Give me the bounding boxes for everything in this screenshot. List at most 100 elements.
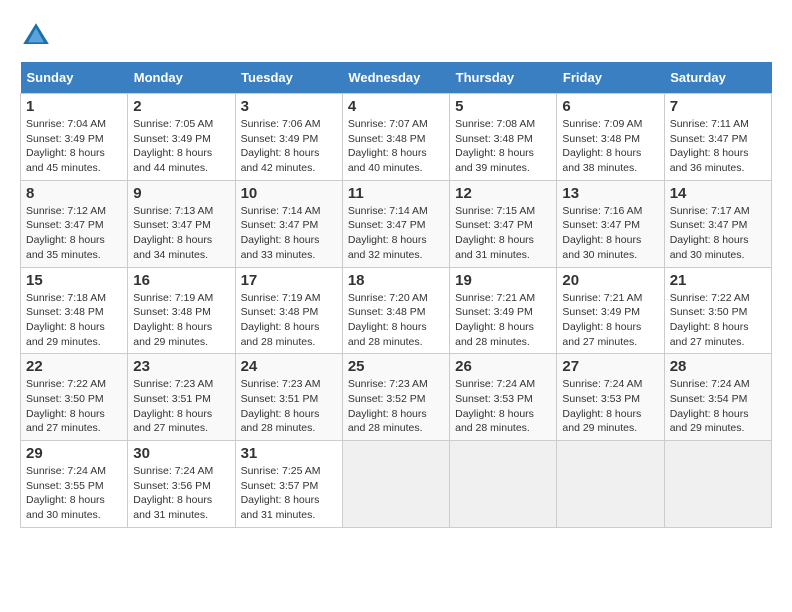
- calendar-cell: 3Sunrise: 7:06 AMSunset: 3:49 PMDaylight…: [235, 94, 342, 181]
- calendar-week-row: 1 Sunrise: 7:04 AMSunset: 3:49 PMDaylight…: [21, 94, 772, 181]
- logo-icon: [20, 20, 52, 52]
- day-detail: Sunrise: 7:17 AMSunset: 3:47 PMDaylight:…: [670, 204, 766, 263]
- day-number: 21: [670, 272, 766, 289]
- calendar-cell: [450, 441, 557, 528]
- day-number: 20: [562, 272, 658, 289]
- calendar-cell: 28 Sunrise: 7:24 AMSunset: 3:54 PMDayligh…: [664, 354, 771, 441]
- calendar-cell: 26 Sunrise: 7:24 AMSunset: 3:53 PMDayligh…: [450, 354, 557, 441]
- weekday-header-thursday: Thursday: [450, 62, 557, 94]
- day-detail: Sunrise: 7:14 AMSunset: 3:47 PMDaylight:…: [348, 204, 444, 263]
- day-detail: Sunrise: 7:07 AMSunset: 3:48 PMDaylight:…: [348, 117, 444, 176]
- day-number: 19: [455, 272, 551, 289]
- day-detail: Sunrise: 7:16 AMSunset: 3:47 PMDaylight:…: [562, 204, 658, 263]
- day-number: 2: [133, 98, 229, 115]
- day-number: 10: [241, 185, 337, 202]
- day-detail: Sunrise: 7:04 AMSunset: 3:49 PMDaylight:…: [26, 117, 122, 176]
- day-number: 11: [348, 185, 444, 202]
- calendar-cell: 15 Sunrise: 7:18 AMSunset: 3:48 PMDayligh…: [21, 267, 128, 354]
- day-detail: Sunrise: 7:08 AMSunset: 3:48 PMDaylight:…: [455, 117, 551, 176]
- calendar-cell: 25 Sunrise: 7:23 AMSunset: 3:52 PMDayligh…: [342, 354, 449, 441]
- day-number: 7: [670, 98, 766, 115]
- day-number: 16: [133, 272, 229, 289]
- logo: [20, 20, 56, 52]
- calendar-cell: 19 Sunrise: 7:21 AMSunset: 3:49 PMDayligh…: [450, 267, 557, 354]
- calendar-cell: 21 Sunrise: 7:22 AMSunset: 3:50 PMDayligh…: [664, 267, 771, 354]
- day-detail: Sunrise: 7:24 AMSunset: 3:54 PMDaylight:…: [670, 377, 766, 436]
- day-number: 1: [26, 98, 122, 115]
- calendar-cell: 18 Sunrise: 7:20 AMSunset: 3:48 PMDayligh…: [342, 267, 449, 354]
- day-number: 23: [133, 358, 229, 375]
- calendar-week-row: 29 Sunrise: 7:24 AMSunset: 3:55 PMDayligh…: [21, 441, 772, 528]
- day-detail: Sunrise: 7:15 AMSunset: 3:47 PMDaylight:…: [455, 204, 551, 263]
- day-detail: Sunrise: 7:09 AMSunset: 3:48 PMDaylight:…: [562, 117, 658, 176]
- day-number: 30: [133, 445, 229, 462]
- day-number: 13: [562, 185, 658, 202]
- calendar-cell: 8 Sunrise: 7:12 AMSunset: 3:47 PMDaylight…: [21, 180, 128, 267]
- calendar-cell: 1 Sunrise: 7:04 AMSunset: 3:49 PMDaylight…: [21, 94, 128, 181]
- day-detail: Sunrise: 7:21 AMSunset: 3:49 PMDaylight:…: [562, 291, 658, 350]
- day-detail: Sunrise: 7:23 AMSunset: 3:51 PMDaylight:…: [133, 377, 229, 436]
- day-detail: Sunrise: 7:20 AMSunset: 3:48 PMDaylight:…: [348, 291, 444, 350]
- day-number: 15: [26, 272, 122, 289]
- calendar-cell: 13 Sunrise: 7:16 AMSunset: 3:47 PMDayligh…: [557, 180, 664, 267]
- day-number: 9: [133, 185, 229, 202]
- day-number: 26: [455, 358, 551, 375]
- day-detail: Sunrise: 7:21 AMSunset: 3:49 PMDaylight:…: [455, 291, 551, 350]
- calendar-cell: 11 Sunrise: 7:14 AMSunset: 3:47 PMDayligh…: [342, 180, 449, 267]
- weekday-header-sunday: Sunday: [21, 62, 128, 94]
- day-number: 6: [562, 98, 658, 115]
- day-detail: Sunrise: 7:25 AMSunset: 3:57 PMDaylight:…: [241, 464, 337, 523]
- day-number: 27: [562, 358, 658, 375]
- calendar-week-row: 8 Sunrise: 7:12 AMSunset: 3:47 PMDaylight…: [21, 180, 772, 267]
- day-detail: Sunrise: 7:22 AMSunset: 3:50 PMDaylight:…: [26, 377, 122, 436]
- day-detail: Sunrise: 7:22 AMSunset: 3:50 PMDaylight:…: [670, 291, 766, 350]
- calendar-cell: 24 Sunrise: 7:23 AMSunset: 3:51 PMDayligh…: [235, 354, 342, 441]
- calendar-cell: 5 Sunrise: 7:08 AMSunset: 3:48 PMDaylight…: [450, 94, 557, 181]
- weekday-header-tuesday: Tuesday: [235, 62, 342, 94]
- day-number: 22: [26, 358, 122, 375]
- day-detail: Sunrise: 7:19 AMSunset: 3:48 PMDaylight:…: [133, 291, 229, 350]
- day-number: 4: [348, 98, 444, 115]
- calendar-cell: 10 Sunrise: 7:14 AMSunset: 3:47 PMDayligh…: [235, 180, 342, 267]
- calendar-cell: 12 Sunrise: 7:15 AMSunset: 3:47 PMDayligh…: [450, 180, 557, 267]
- day-number: 28: [670, 358, 766, 375]
- calendar-cell: 29 Sunrise: 7:24 AMSunset: 3:55 PMDayligh…: [21, 441, 128, 528]
- calendar-cell: 22 Sunrise: 7:22 AMSunset: 3:50 PMDayligh…: [21, 354, 128, 441]
- calendar-cell: [342, 441, 449, 528]
- calendar-cell: 20 Sunrise: 7:21 AMSunset: 3:49 PMDayligh…: [557, 267, 664, 354]
- calendar-cell: 14 Sunrise: 7:17 AMSunset: 3:47 PMDayligh…: [664, 180, 771, 267]
- day-detail: Sunrise: 7:24 AMSunset: 3:53 PMDaylight:…: [455, 377, 551, 436]
- calendar-week-row: 22 Sunrise: 7:22 AMSunset: 3:50 PMDayligh…: [21, 354, 772, 441]
- day-detail: Sunrise: 7:23 AMSunset: 3:51 PMDaylight:…: [241, 377, 337, 436]
- day-detail: Sunrise: 7:24 AMSunset: 3:55 PMDaylight:…: [26, 464, 122, 523]
- day-number: 12: [455, 185, 551, 202]
- day-number: 18: [348, 272, 444, 289]
- weekday-header-friday: Friday: [557, 62, 664, 94]
- day-number: 14: [670, 185, 766, 202]
- day-detail: Sunrise: 7:14 AMSunset: 3:47 PMDaylight:…: [241, 204, 337, 263]
- day-number: 8: [26, 185, 122, 202]
- day-detail: Sunrise: 7:12 AMSunset: 3:47 PMDaylight:…: [26, 204, 122, 263]
- day-number: 5: [455, 98, 551, 115]
- day-number: 31: [241, 445, 337, 462]
- day-detail: Sunrise: 7:23 AMSunset: 3:52 PMDaylight:…: [348, 377, 444, 436]
- day-detail: Sunrise: 7:24 AMSunset: 3:56 PMDaylight:…: [133, 464, 229, 523]
- calendar-cell: 2 Sunrise: 7:05 AMSunset: 3:49 PMDaylight…: [128, 94, 235, 181]
- day-number: 24: [241, 358, 337, 375]
- calendar-cell: 27 Sunrise: 7:24 AMSunset: 3:53 PMDayligh…: [557, 354, 664, 441]
- calendar-cell: 4 Sunrise: 7:07 AMSunset: 3:48 PMDaylight…: [342, 94, 449, 181]
- day-number: 3: [241, 98, 337, 115]
- calendar-cell: [664, 441, 771, 528]
- day-number: 29: [26, 445, 122, 462]
- weekday-header-monday: Monday: [128, 62, 235, 94]
- weekday-header-wednesday: Wednesday: [342, 62, 449, 94]
- calendar-cell: 6 Sunrise: 7:09 AMSunset: 3:48 PMDaylight…: [557, 94, 664, 181]
- day-detail: Sunrise: 7:19 AMSunset: 3:48 PMDaylight:…: [241, 291, 337, 350]
- day-detail: Sunrise: 7:24 AMSunset: 3:53 PMDaylight:…: [562, 377, 658, 436]
- day-number: 25: [348, 358, 444, 375]
- day-number: 17: [241, 272, 337, 289]
- calendar-header-row: SundayMondayTuesdayWednesdayThursdayFrid…: [21, 62, 772, 94]
- day-detail: Sunrise: 7:05 AMSunset: 3:49 PMDaylight:…: [133, 117, 229, 176]
- calendar-cell: 30 Sunrise: 7:24 AMSunset: 3:56 PMDayligh…: [128, 441, 235, 528]
- day-detail: Sunrise: 7:18 AMSunset: 3:48 PMDaylight:…: [26, 291, 122, 350]
